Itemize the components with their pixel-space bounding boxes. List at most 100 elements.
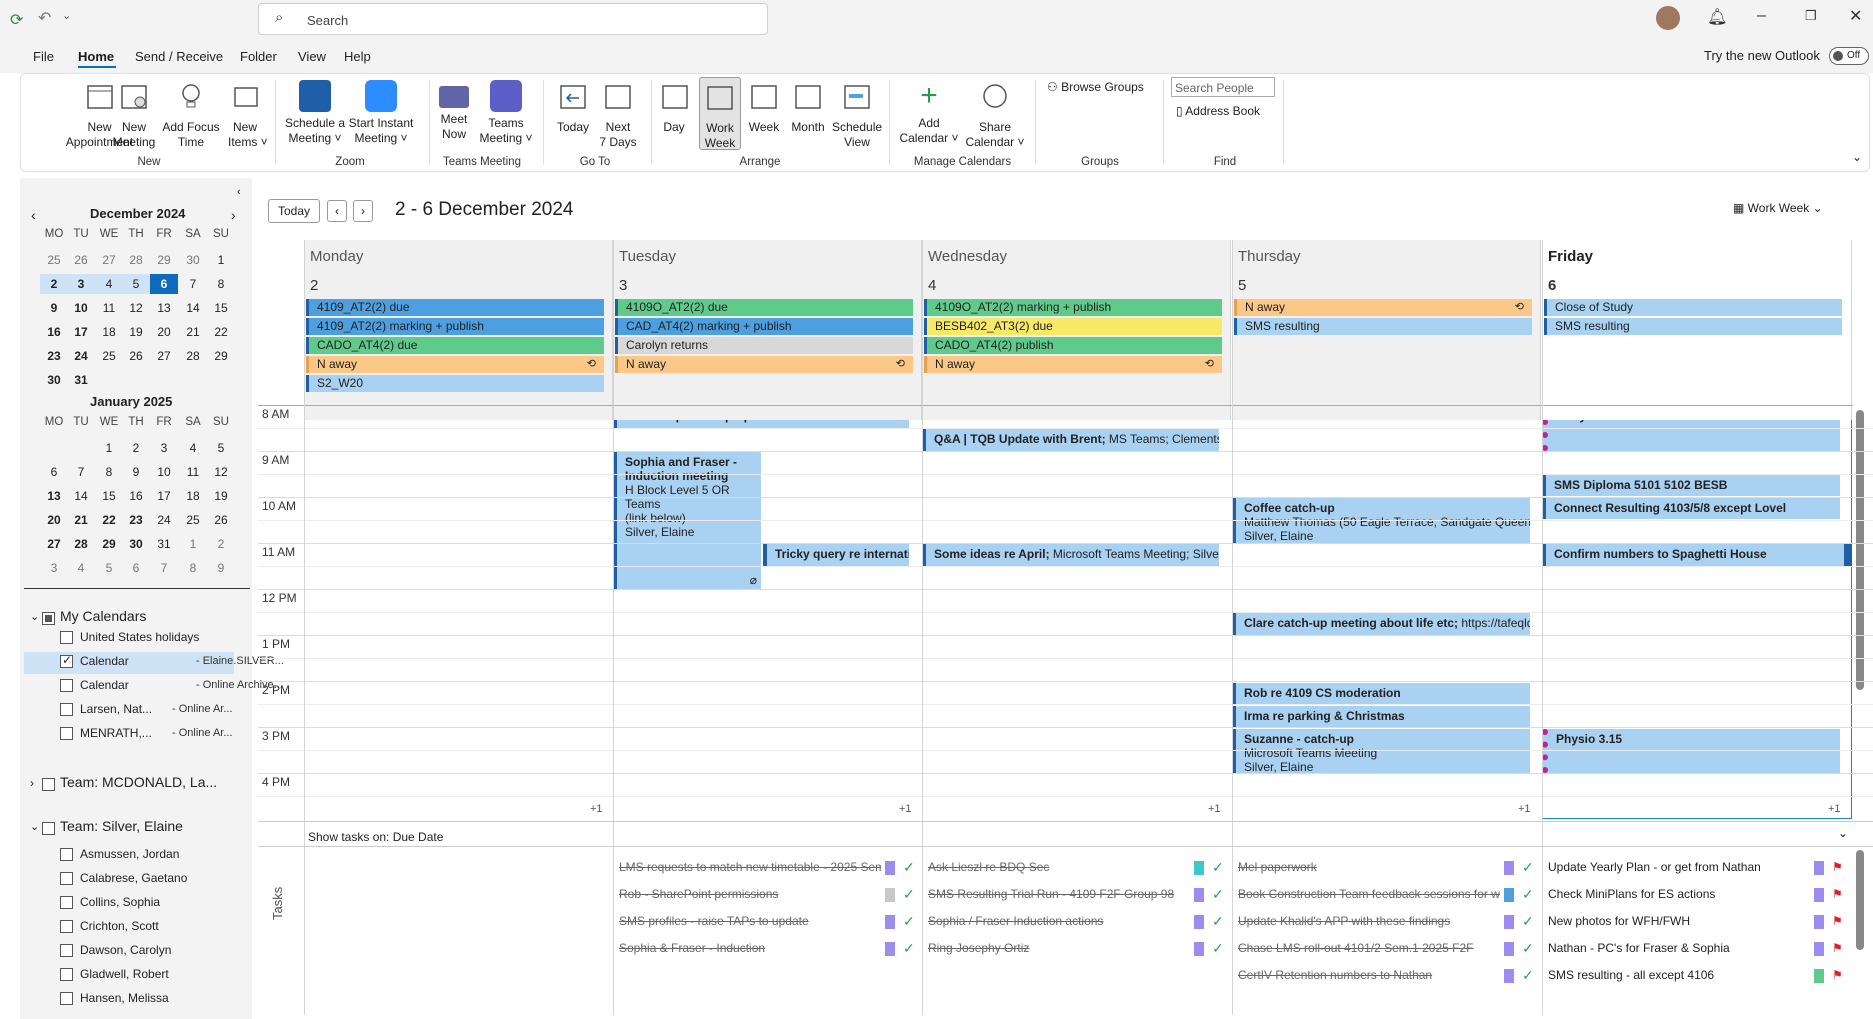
task-item[interactable]: Ring Josephy Ortiz [928,941,1190,955]
menu-help[interactable]: Help [344,49,371,64]
flag-icon[interactable]: ⚑ [1832,941,1843,955]
minical-day[interactable]: 28 [122,250,150,270]
minical-day[interactable]: 7 [67,462,95,482]
all-day-event[interactable]: 4109O_AT2(2) marking + publish [924,299,1222,316]
minical-day[interactable]: 20 [150,322,178,342]
member-checkbox[interactable] [60,944,73,957]
checkmark-icon[interactable]: ✓ [1212,913,1224,930]
calendar-name[interactable]: Calendar [80,654,129,668]
minical-day[interactable]: 5 [122,274,150,294]
close-icon[interactable]: ✕ [1849,6,1862,26]
calendar-scrollbar[interactable] [1856,410,1864,690]
meet-now-button[interactable]: Meet Now [436,80,472,142]
member-name[interactable]: Calabrese, Gaetano [80,871,187,885]
chevron-right-icon[interactable]: › [30,776,34,790]
calendar-checkbox[interactable] [60,631,73,644]
today-nav-button[interactable]: Today [268,199,320,223]
event-qa-tqb[interactable]: Q&A | TQB Update with Brent; MS Teams; C… [922,429,1219,451]
member-name[interactable]: Asmussen, Jordan [80,847,179,861]
member-checkbox[interactable] [60,848,73,861]
undo-icon[interactable]: ↶ [38,8,51,28]
event-physio[interactable]: Physio 3.15 [1542,729,1840,773]
restore-icon[interactable]: ❐ [1805,8,1817,24]
calendar-name[interactable]: Larsen, Nat... [80,702,152,716]
minical-day[interactable]: 23 [122,510,150,530]
more-events-indicator[interactable]: +1 [1208,803,1221,815]
task-item[interactable]: Check MiniPlans for ES actions [1548,887,1810,901]
minical-day[interactable]: 30 [179,250,207,270]
task-item[interactable]: Rob - SharePoint permissions [619,887,881,901]
menu-view[interactable]: View [298,49,326,64]
minical-day[interactable]: 18 [95,322,123,342]
member-checkbox[interactable] [60,872,73,885]
minical-day[interactable]: 24 [150,510,178,530]
minical-day[interactable]: 17 [150,486,178,506]
menu-folder[interactable]: Folder [240,49,277,64]
team-silver-header[interactable]: Team: Silver, Elaine [60,818,183,834]
all-day-event[interactable]: 4109O_AT2(2) due [615,299,913,316]
task-item[interactable]: SMS profiles - raise TAPs to update [619,914,881,928]
minical-day[interactable]: 22 [95,510,123,530]
all-day-event[interactable]: Carolyn returns [615,337,913,354]
minical-day[interactable]: 21 [67,510,95,530]
calendar-name[interactable]: United States holidays [80,630,199,644]
address-book-button[interactable]: ▯ Address Book [1176,104,1260,118]
more-events-indicator[interactable]: +1 [590,803,603,815]
minical-day[interactable]: 11 [95,298,123,318]
search-input[interactable]: Search [307,13,348,28]
menu-send-receive[interactable]: Send / Receive [135,49,223,64]
minical-day[interactable]: 27 [40,534,68,554]
task-item[interactable]: Ask Lieszl re BDQ Sec [928,860,1190,874]
minical-day[interactable]: 28 [67,534,95,554]
bell-icon[interactable]: 🔔︎ [1707,7,1727,27]
flag-icon[interactable]: ⚑ [1832,860,1843,874]
minical-day[interactable]: 29 [95,534,123,554]
minical-day[interactable]: 19 [207,486,235,506]
event-some-ideas[interactable]: Some ideas re April; Microsoft Teams Mee… [922,544,1219,566]
minical-day[interactable]: 6 [122,558,150,578]
checkmark-icon[interactable]: ✓ [1522,913,1534,930]
month-view-button[interactable]: Month [788,80,828,135]
chevron-down-icon[interactable]: ⌄ [30,610,39,623]
minical-day[interactable]: 8 [207,274,235,294]
minical-day[interactable]: 28 [179,346,207,366]
minical-day[interactable]: 16 [40,322,68,342]
minical-day[interactable]: 4 [95,274,123,294]
task-item[interactable]: Nathan - PC's for Fraser & Sophia [1548,941,1810,955]
prev-month-icon[interactable]: ‹ [31,207,36,223]
all-day-event[interactable]: SMS resulting [1234,318,1532,335]
calendar-checkbox[interactable] [60,727,73,740]
menu-home[interactable]: Home [78,49,114,64]
minical-day[interactable]: 11 [179,462,207,482]
checkmark-icon[interactable]: ✓ [1522,859,1534,876]
task-item[interactable]: Chase LMS roll-out 4101/2 Sem.1 2025 F2F [1238,941,1500,955]
event-spaghetti-house[interactable]: Confirm numbers to Spaghetti House [1542,544,1852,566]
new-items-button[interactable]: New Items ˅ [228,80,268,150]
week-view-button[interactable]: Week [747,80,781,135]
calendar-checkbox[interactable] [60,679,73,692]
minical-day[interactable]: 18 [179,486,207,506]
minical-day[interactable]: 22 [207,322,235,342]
my-calendars-header[interactable]: My Calendars [60,608,146,624]
search-people-input[interactable]: Search People [1171,77,1275,97]
avatar[interactable] [1656,6,1680,30]
flag-icon[interactable]: ⚑ [1832,914,1843,928]
checkmark-icon[interactable]: ✓ [1212,859,1224,876]
minical-day[interactable]: 12 [207,462,235,482]
teams-meeting-button[interactable]: Teams Meeting ˅ [478,80,534,146]
minical-day[interactable]: 25 [179,510,207,530]
team-silver-checkbox[interactable] [42,822,55,835]
minical-day[interactable]: 15 [95,486,123,506]
all-day-event[interactable]: SMS resulting [1544,318,1842,335]
all-day-event[interactable]: N away ⟲ [306,356,604,373]
minical-day[interactable]: 10 [150,462,178,482]
all-day-event[interactable]: CADO_AT4(2) due [306,337,604,354]
minical-day[interactable]: 6 [150,274,178,294]
task-item[interactable]: Book Construction Team feedback sessions… [1238,887,1500,901]
minical-day[interactable]: 14 [179,298,207,318]
next-week-icon[interactable]: › [353,200,373,222]
flag-icon[interactable]: ⚑ [1832,968,1843,982]
day-view-button[interactable]: Day [659,80,689,135]
minical-day[interactable]: 9 [40,298,68,318]
minical-day[interactable]: 26 [207,510,235,530]
